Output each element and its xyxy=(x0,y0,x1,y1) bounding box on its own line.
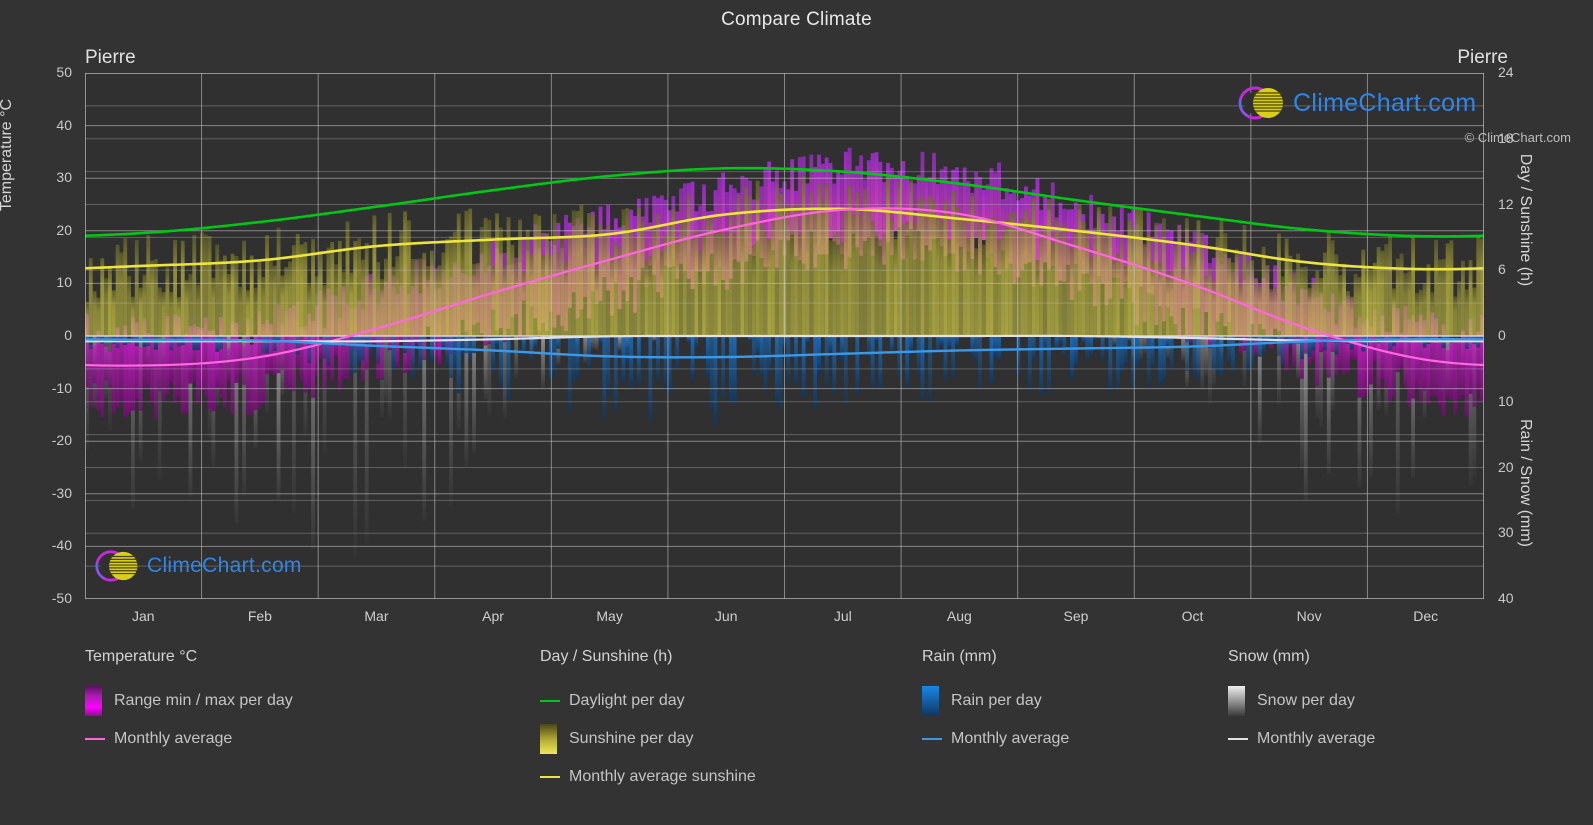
legend-item[interactable]: Monthly average xyxy=(85,720,293,758)
y-tick-right-sunshine: 6 xyxy=(1498,261,1506,278)
x-tick-month: Jun xyxy=(714,608,738,624)
climate-plot: ClimeChart.com ClimeChart.com xyxy=(85,73,1484,599)
y-tick-right-sunshine: 24 xyxy=(1498,64,1514,80)
legend-item[interactable]: Monthly average xyxy=(1228,720,1375,758)
legend-item[interactable]: Daylight per day xyxy=(540,682,756,720)
plot-canvas xyxy=(85,73,1484,599)
legend-line-icon xyxy=(922,738,942,740)
y-tick-right-precip: 40 xyxy=(1498,590,1514,606)
y-tick-left: 20 xyxy=(56,221,72,238)
x-tick-month: Sep xyxy=(1063,608,1089,624)
y-tick-right-sunshine: 12 xyxy=(1498,195,1514,212)
legend-group: Rain (mm) Rain per day Monthly average xyxy=(922,648,1069,758)
legend-group-title: Rain (mm) xyxy=(922,648,997,665)
legend-item-label: Monthly average xyxy=(1257,730,1376,747)
watermark-logo-bottom: ClimeChart.com xyxy=(92,545,302,587)
legend-item-label: Monthly average xyxy=(951,730,1070,747)
legend-swatch-icon xyxy=(1228,686,1245,716)
x-tick-month: Nov xyxy=(1296,608,1322,624)
y-tick-left: 40 xyxy=(56,116,72,133)
legend-line-icon xyxy=(540,776,560,778)
legend-group: Day / Sunshine (h) Daylight per day Sunshi… xyxy=(540,648,756,796)
legend-item[interactable]: Monthly average sunshine xyxy=(540,758,756,796)
legend-item[interactable]: Sunshine per day xyxy=(540,720,756,758)
legend-item-label: Snow per day xyxy=(1257,692,1355,709)
watermark-logo-top: ClimeChart.com xyxy=(1235,81,1476,125)
y-tick-left: -50 xyxy=(51,590,72,606)
climechart-logo-icon xyxy=(95,550,138,582)
y-tick-left: -10 xyxy=(51,379,72,396)
y-axis-right-top-label: Day / Sunshine (h) xyxy=(1517,153,1534,287)
legend-item-label: Daylight per day xyxy=(569,692,685,709)
y-tick-left: -40 xyxy=(51,537,72,554)
legend-item[interactable]: Range min / max per day xyxy=(85,682,293,720)
legend-group: Snow (mm) Snow per day Monthly average xyxy=(1228,648,1375,758)
x-tick-month: May xyxy=(596,608,623,624)
y-tick-left: -20 xyxy=(51,432,72,449)
watermark-text-bottom: ClimeChart.com xyxy=(147,554,302,577)
legend-item-label: Rain per day xyxy=(951,692,1042,709)
legend-item-label: Range min / max per day xyxy=(114,692,293,709)
x-tick-month: Jan xyxy=(131,608,155,624)
y-tick-right-precip: 20 xyxy=(1498,458,1514,475)
y-tick-left: 30 xyxy=(56,169,72,186)
y-axis-left-label: Temperature °C xyxy=(0,98,15,212)
legend-item-label: Sunshine per day xyxy=(569,730,694,747)
legend-group-title: Snow (mm) xyxy=(1228,648,1310,665)
climechart-logo-icon xyxy=(1238,86,1283,120)
legend-item-label: Monthly average sunshine xyxy=(569,768,756,785)
legend-line-icon xyxy=(85,738,105,740)
chart-legend: Temperature °C Range min / max per day Mon… xyxy=(0,648,1593,808)
legend-swatch-icon xyxy=(540,724,557,754)
legend-item[interactable]: Rain per day xyxy=(922,682,1069,720)
x-tick-month: Oct xyxy=(1181,608,1204,624)
y-tick-left: -30 xyxy=(51,484,72,501)
x-tick-month: Feb xyxy=(247,608,272,624)
legend-item-label: Monthly average xyxy=(114,730,233,747)
watermark-text-top: ClimeChart.com xyxy=(1293,88,1477,117)
y-tick-left: 0 xyxy=(64,327,72,343)
x-tick-month: Mar xyxy=(364,608,389,624)
legend-line-icon xyxy=(1228,738,1248,740)
x-tick-month: Jul xyxy=(833,608,852,624)
legend-item[interactable]: Snow per day xyxy=(1228,682,1375,720)
x-tick-month: Dec xyxy=(1413,608,1439,624)
legend-line-icon xyxy=(540,700,560,702)
legend-group-title: Temperature °C xyxy=(85,648,198,665)
y-tick-left: 50 xyxy=(56,64,72,80)
y-axis-right-bottom-label: Rain / Snow (mm) xyxy=(1517,418,1534,548)
legend-item[interactable]: Monthly average xyxy=(922,720,1069,758)
legend-swatch-icon xyxy=(922,686,939,716)
y-tick-right-sunshine: 0 xyxy=(1498,327,1506,343)
x-tick-month: Apr xyxy=(482,608,504,624)
legend-group: Temperature °C Range min / max per day Mon… xyxy=(85,648,293,758)
y-tick-left: 10 xyxy=(56,274,72,291)
x-tick-month: Aug xyxy=(946,608,972,624)
y-tick-right-precip: 10 xyxy=(1498,392,1514,409)
legend-group-title: Day / Sunshine (h) xyxy=(540,648,673,665)
city-label-left: Pierre xyxy=(85,47,136,68)
copyright-text: © ClimeChart.com xyxy=(1464,130,1571,145)
y-tick-right-precip: 30 xyxy=(1498,524,1514,541)
page-title: Compare Climate xyxy=(721,9,872,30)
legend-swatch-icon xyxy=(85,686,102,716)
